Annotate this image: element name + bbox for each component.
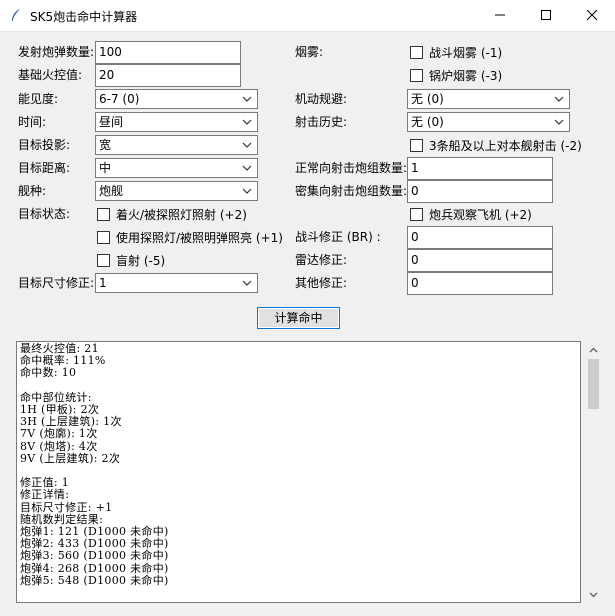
chevron-down-icon xyxy=(554,119,564,125)
evasion-value: 无 (0) xyxy=(411,92,444,106)
distance-label: 目标距离: xyxy=(18,161,71,175)
history-select[interactable]: 无 (0) xyxy=(407,112,570,132)
result-scrollbar[interactable] xyxy=(585,341,602,603)
target-status-label: 目标状态: xyxy=(18,207,71,221)
radar-input[interactable]: 0 xyxy=(407,249,553,272)
close-button[interactable] xyxy=(569,0,615,30)
br-label: 战斗修正 (BR) : xyxy=(295,230,381,244)
result-text: 最终火控值: 21 命中概率: 111% 命中数: 10 命中部位统计: 1H … xyxy=(20,342,169,587)
dense-groups-input[interactable]: 0 xyxy=(407,180,553,203)
normal-groups-label: 正常向射击炮组数量: xyxy=(295,161,408,175)
smoke-boiler-checkbox[interactable]: 锅炉烟雾 (-3) xyxy=(410,65,502,85)
time-select[interactable]: 昼间 xyxy=(95,112,258,132)
checkbox-box xyxy=(410,45,423,59)
chevron-down-icon xyxy=(589,592,598,597)
evasion-label: 机动规避: xyxy=(295,92,348,106)
maximize-icon xyxy=(541,10,551,20)
scroll-up-button[interactable] xyxy=(585,341,602,358)
history-label: 射击历史: xyxy=(295,115,348,129)
base-fire-control-label: 基础火控值: xyxy=(18,68,83,82)
chevron-up-icon xyxy=(589,347,598,352)
status-searchlight-checkbox[interactable]: 使用探照灯/被照明弹照亮 (+1) xyxy=(97,227,283,247)
status-blind-label: 盲射 (-5) xyxy=(116,253,166,268)
evasion-select[interactable]: 无 (0) xyxy=(407,89,570,109)
checkbox-box xyxy=(97,253,110,267)
spotter-plane-checkbox[interactable]: 炮兵观察飞机 (+2) xyxy=(410,204,532,224)
chevron-down-icon xyxy=(242,142,252,148)
result-textarea[interactable]: 最终火控值: 21 命中概率: 111% 命中数: 10 命中部位统计: 1H … xyxy=(16,341,581,603)
multi-ship-checkbox[interactable]: 3条船及以上对本舰射击 (-2) xyxy=(410,135,582,155)
smoke-label: 烟雾: xyxy=(295,45,324,59)
chevron-down-icon xyxy=(242,165,252,171)
status-fire-checkbox[interactable]: 着火/被探照灯照射 (+2) xyxy=(97,204,247,224)
chevron-down-icon xyxy=(242,280,252,286)
smoke-boiler-label: 锅炉烟雾 (-3) xyxy=(429,68,503,83)
spotter-plane-label: 炮兵观察飞机 (+2) xyxy=(429,207,532,222)
time-value: 昼间 xyxy=(99,115,124,129)
size-modifier-select[interactable]: 1 xyxy=(95,273,258,293)
shells-input[interactable]: 100 xyxy=(95,41,241,64)
multi-ship-label: 3条船及以上对本舰射击 (-2) xyxy=(429,138,582,153)
calculate-button[interactable]: 计算命中 xyxy=(257,307,340,329)
scroll-thumb[interactable] xyxy=(588,359,599,409)
history-value: 无 (0) xyxy=(411,115,444,129)
distance-select[interactable]: 中 xyxy=(95,158,258,178)
chevron-down-icon xyxy=(242,188,252,194)
base-fire-control-input[interactable]: 20 xyxy=(95,64,241,87)
shells-label: 发射炮弹数量: xyxy=(18,45,95,59)
checkbox-box xyxy=(410,207,423,221)
status-fire-label: 着火/被探照灯照射 (+2) xyxy=(116,207,247,222)
projection-label: 目标投影: xyxy=(18,138,71,152)
chevron-down-icon xyxy=(554,96,564,102)
visibility-label: 能见度: xyxy=(18,92,59,106)
maximize-button[interactable] xyxy=(523,0,569,30)
br-input[interactable]: 0 xyxy=(407,226,553,249)
shiptype-label: 舰种: xyxy=(18,184,47,198)
minimize-icon xyxy=(495,14,505,16)
smoke-battle-checkbox[interactable]: 战斗烟雾 (-1) xyxy=(410,42,502,62)
shiptype-value: 炮舰 xyxy=(99,184,124,198)
size-modifier-value: 1 xyxy=(99,276,107,290)
distance-value: 中 xyxy=(99,161,112,175)
visibility-select[interactable]: 6-7 (0) xyxy=(95,89,258,109)
radar-label: 雷达修正: xyxy=(295,253,348,267)
other-input[interactable]: 0 xyxy=(407,272,553,295)
checkbox-box xyxy=(97,230,110,244)
title-bar: SK5炮击命中计算器 xyxy=(0,0,615,32)
projection-value: 宽 xyxy=(99,138,112,152)
status-blind-checkbox[interactable]: 盲射 (-5) xyxy=(97,250,165,270)
minimize-button[interactable] xyxy=(477,0,523,30)
close-icon xyxy=(587,10,597,20)
size-modifier-label: 目标尺寸修正: xyxy=(18,276,95,290)
normal-groups-input[interactable]: 1 xyxy=(407,157,553,180)
visibility-value: 6-7 (0) xyxy=(99,92,140,106)
chevron-down-icon xyxy=(242,96,252,102)
status-searchlight-label: 使用探照灯/被照明弹照亮 (+1) xyxy=(116,230,283,245)
checkbox-box xyxy=(410,68,423,82)
chevron-down-icon xyxy=(242,119,252,125)
scroll-down-button[interactable] xyxy=(585,586,602,603)
feather-icon xyxy=(12,9,20,21)
checkbox-box xyxy=(410,138,423,152)
time-label: 时间: xyxy=(18,115,47,129)
checkbox-box xyxy=(97,207,110,221)
shiptype-select[interactable]: 炮舰 xyxy=(95,181,258,201)
smoke-battle-label: 战斗烟雾 (-1) xyxy=(429,45,503,60)
other-label: 其他修正: xyxy=(295,276,348,290)
window-title: SK5炮击命中计算器 xyxy=(30,10,138,24)
projection-select[interactable]: 宽 xyxy=(95,135,258,155)
dense-groups-label: 密集向射击炮组数量: xyxy=(295,184,408,198)
